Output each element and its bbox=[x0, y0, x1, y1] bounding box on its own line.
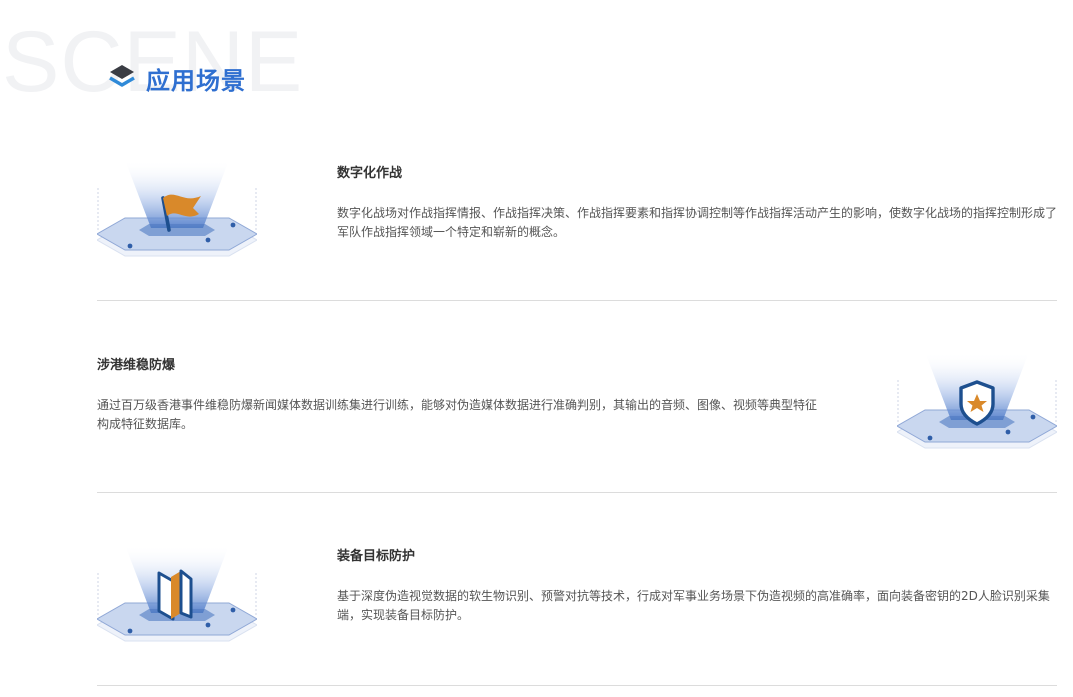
scene-illustration-flag bbox=[97, 160, 257, 257]
section-header: 应用场景 bbox=[108, 56, 246, 100]
divider bbox=[97, 300, 1057, 301]
scene-illustration-shield bbox=[897, 352, 1057, 449]
scene-content: 数字化作战 数字化战场对作战指挥情报、作战指挥决策、作战指挥要素和指挥协调控制等… bbox=[337, 165, 1059, 242]
scene-description: 基于深度伪造视觉数据的软生物识别、预警对抗等技术，行成对军事业务场景下伪造视频的… bbox=[337, 589, 1050, 622]
scene-title: 数字化作战 bbox=[337, 166, 403, 181]
scene-description: 数字化战场对作战指挥情报、作战指挥决策、作战指挥要素和指挥协调控制等作战指挥活动… bbox=[337, 206, 1058, 239]
scene-description: 通过百万级香港事件维稳防爆新闻媒体数据训练集进行训练，能够对伪造媒体数据进行准确… bbox=[97, 398, 818, 431]
layers-icon bbox=[109, 65, 135, 87]
divider bbox=[97, 492, 1057, 493]
scene-title: 装备目标防护 bbox=[337, 549, 416, 564]
scene-row-equipment-protection: 装备目标防护 基于深度伪造视觉数据的软生物识别、预警对抗等技术，行成对军事业务场… bbox=[97, 535, 1057, 685]
door-icon bbox=[157, 569, 193, 621]
shield-star-icon bbox=[959, 380, 995, 426]
scene-title: 涉港维稳防爆 bbox=[97, 358, 176, 373]
section-title: 应用场景 bbox=[146, 66, 246, 95]
scene-row-digital-warfare: 数字化作战 数字化战场对作战指挥情报、作战指挥决策、作战指挥要素和指挥协调控制等… bbox=[97, 150, 1057, 300]
scene-row-hk-stability: 涉港维稳防爆 通过百万级香港事件维稳防爆新闻媒体数据训练集进行训练，能够对伪造媒… bbox=[97, 340, 1057, 492]
divider bbox=[97, 685, 1057, 686]
scene-content: 装备目标防护 基于深度伪造视觉数据的软生物识别、预警对抗等技术，行成对军事业务场… bbox=[337, 548, 1059, 625]
scene-illustration-door bbox=[97, 545, 257, 642]
scene-content: 涉港维稳防爆 通过百万级香港事件维稳防爆新闻媒体数据训练集进行训练，能够对伪造媒… bbox=[97, 357, 819, 434]
